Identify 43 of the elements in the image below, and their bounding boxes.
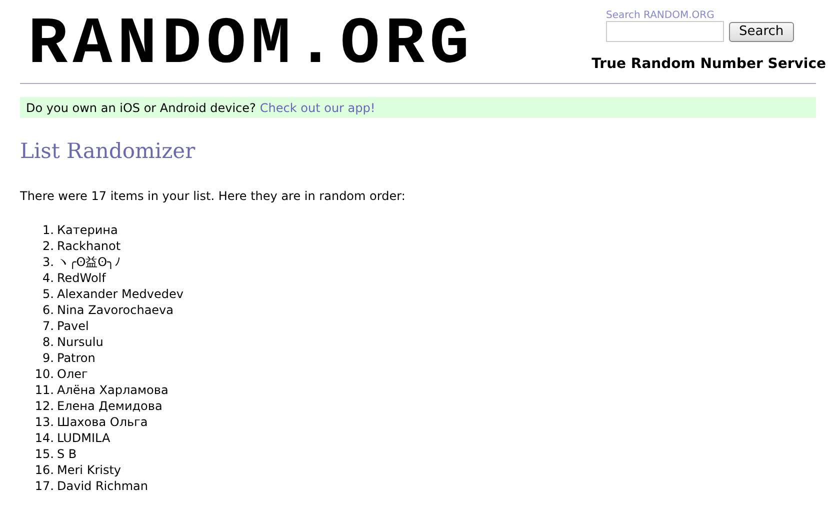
item-number: 3. bbox=[42, 254, 55, 270]
list-item: Alexander Medvedev bbox=[57, 286, 184, 302]
app-link[interactable]: Check out our app! bbox=[260, 98, 376, 116]
list-item: Алёна Харламова bbox=[57, 382, 168, 398]
list-item: Meri Kristy bbox=[57, 462, 122, 478]
list-item: Елена Демидова bbox=[57, 398, 162, 414]
item-number: 2. bbox=[42, 238, 55, 254]
item-number: 9. bbox=[42, 350, 55, 366]
item-number: 15. bbox=[34, 446, 55, 462]
site-logo[interactable]: RANDOM.ORG bbox=[28, 12, 474, 78]
intro-text: There were 17 items in your list. Here they are in random order: bbox=[20, 188, 406, 204]
item-number: 7. bbox=[42, 318, 55, 334]
list-item: Шахова Ольга bbox=[57, 414, 148, 430]
list-item: Катерина bbox=[57, 222, 118, 238]
page-title: List Randomizer bbox=[20, 138, 196, 165]
list-item: Pavel bbox=[57, 318, 89, 334]
item-number: 17. bbox=[34, 478, 55, 494]
item-number: 10. bbox=[34, 366, 55, 382]
list-item: RedWolf bbox=[57, 270, 106, 286]
item-number: 6. bbox=[42, 302, 55, 318]
list-item: ヽ╭ʘ益ʘ╮ﾉ bbox=[57, 254, 120, 270]
item-number: 8. bbox=[42, 334, 55, 350]
item-number: 12. bbox=[34, 398, 55, 414]
item-number: 14. bbox=[34, 430, 55, 446]
list-item: S B bbox=[57, 446, 77, 462]
search-field[interactable] bbox=[606, 21, 724, 42]
item-number: 5. bbox=[42, 286, 55, 302]
item-number: 1. bbox=[42, 222, 55, 238]
list-item: LUDMILA bbox=[57, 430, 110, 446]
list-item: David Richman bbox=[57, 478, 148, 494]
list-item: Patron bbox=[57, 350, 96, 366]
item-number: 4. bbox=[42, 270, 55, 286]
list-item: Олег bbox=[57, 366, 88, 382]
search-button[interactable]: Search bbox=[729, 22, 794, 42]
item-number: 11. bbox=[34, 382, 55, 398]
list-item: Nursulu bbox=[57, 334, 104, 350]
list-item: Rackhanot bbox=[57, 238, 121, 254]
banner-text: Do you own an iOS or Android device? bbox=[26, 100, 256, 116]
item-number: 13. bbox=[34, 414, 55, 430]
item-number: 16. bbox=[34, 462, 55, 478]
search-label: Search RANDOM.ORG bbox=[606, 11, 714, 21]
tagline: True Random Number Service bbox=[592, 55, 826, 74]
list-item: Nina Zavorochaeva bbox=[57, 302, 174, 318]
